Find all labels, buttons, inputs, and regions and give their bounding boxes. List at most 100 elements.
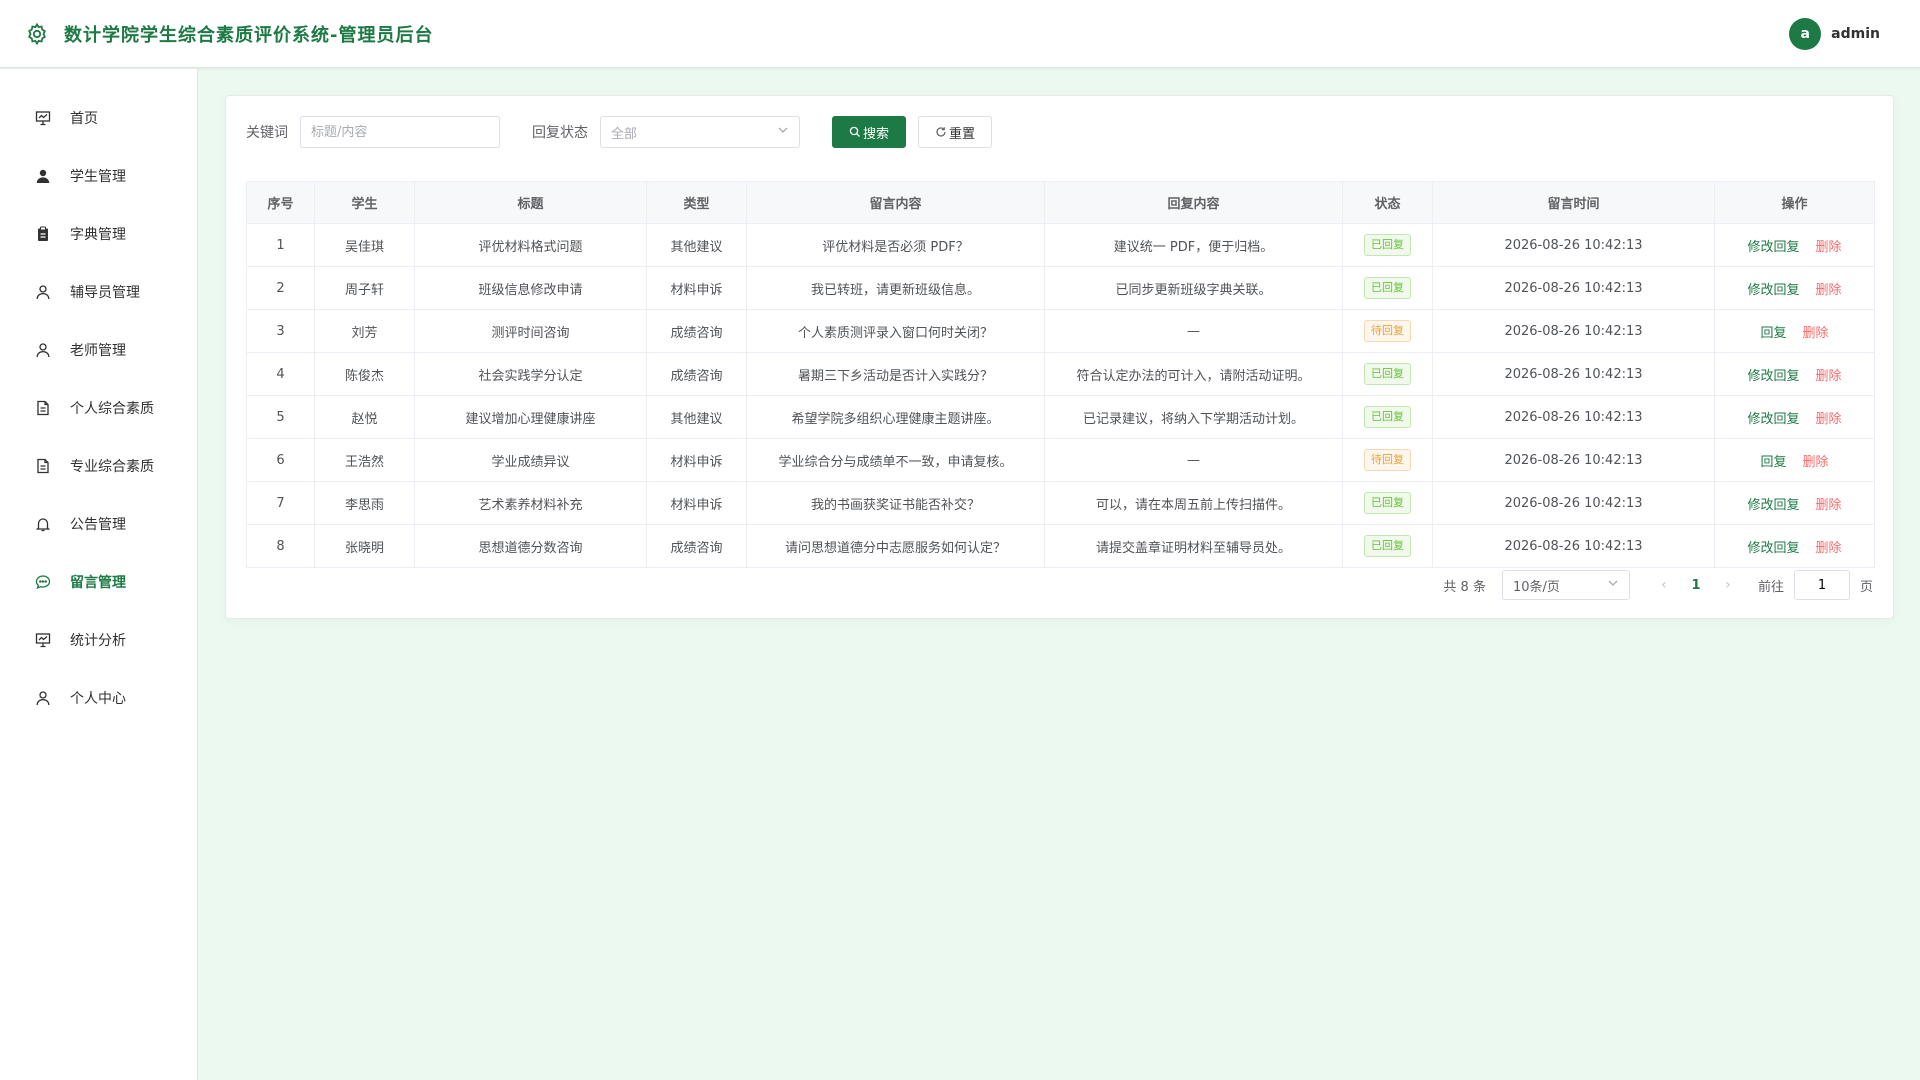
delete-link[interactable]: 删除 bbox=[1816, 240, 1842, 255]
sidebar-item-2[interactable]: 字典管理 bbox=[0, 205, 197, 263]
user-icon bbox=[34, 283, 52, 301]
sidebar-item-5[interactable]: 个人综合素质 bbox=[0, 379, 197, 437]
presentation-icon bbox=[34, 109, 52, 127]
reply-link[interactable]: 修改回复 bbox=[1747, 369, 1799, 384]
reply-link[interactable]: 修改回复 bbox=[1747, 240, 1799, 255]
sidebar-item-4[interactable]: 老师管理 bbox=[0, 321, 197, 379]
sidebar-item-10[interactable]: 个人中心 bbox=[0, 669, 197, 727]
cell-actions: 修改回复 删除 bbox=[1714, 223, 1875, 267]
table-row: 1 吴佳琪 评优材料格式问题 其他建议 评优材料是否必须 PDF？ 建议统一 PDF，便于… bbox=[246, 223, 1875, 267]
keyword-label: 关键词 bbox=[246, 125, 288, 141]
gear-icon bbox=[24, 21, 50, 47]
delete-link[interactable]: 删除 bbox=[1816, 283, 1842, 298]
sidebar-item-8[interactable]: 留言管理 bbox=[0, 553, 197, 611]
top-header: 数计学院学生综合素质评价系统-管理员后台 a admin bbox=[0, 0, 1920, 68]
sidebar-item-label: 个人综合素质 bbox=[70, 401, 154, 417]
next-page-button[interactable]: › bbox=[1716, 577, 1740, 593]
status-badge: 已回复 bbox=[1364, 535, 1411, 557]
delete-link[interactable]: 删除 bbox=[1816, 412, 1842, 427]
delete-link[interactable]: 删除 bbox=[1816, 541, 1842, 556]
page-size-value: 10条/页 bbox=[1512, 579, 1560, 595]
cell-student: 吴佳琪 bbox=[314, 223, 415, 267]
column-header: 操作 bbox=[1714, 181, 1875, 224]
page-size-select[interactable]: 10条/页 bbox=[1501, 570, 1630, 600]
avatar[interactable]: a bbox=[1789, 18, 1822, 50]
reply-link[interactable]: 修改回复 bbox=[1747, 283, 1799, 298]
reply-status-select[interactable]: 全部 bbox=[600, 116, 800, 148]
sidebar-item-1[interactable]: 学生管理 bbox=[0, 147, 197, 205]
status-badge: 已回复 bbox=[1364, 406, 1411, 428]
message-management-panel: 关键词 回复状态 全部 搜索 重置 序号学生标题类型留言内容回复 bbox=[225, 95, 1894, 619]
reply-link[interactable]: 回复 bbox=[1760, 326, 1786, 341]
app-title: 数计学院学生综合素质评价系统-管理员后台 bbox=[64, 24, 434, 46]
status-badge: 已回复 bbox=[1364, 234, 1411, 256]
cell-actions: 修改回复 删除 bbox=[1714, 395, 1875, 439]
reply-link[interactable]: 回复 bbox=[1760, 455, 1786, 470]
cell-status: 已回复 bbox=[1342, 524, 1433, 568]
search-button-label: 搜索 bbox=[862, 126, 889, 142]
pagination: 共 8 条 10条/页 ‹ 1 › 前往 页 bbox=[1443, 569, 1873, 601]
cell-status: 待回复 bbox=[1342, 438, 1433, 482]
cell-title: 建议增加心理健康讲座 bbox=[414, 395, 647, 439]
table-row: 2 周子轩 班级信息修改申请 材料申诉 我已转班，请更新班级信息。 已同步更新班级字典关联… bbox=[246, 266, 1875, 310]
sidebar-item-6[interactable]: 专业综合素质 bbox=[0, 437, 197, 495]
cell-reply: 可以，请在本周五前上传扫描件。 bbox=[1044, 481, 1343, 525]
cell-actions: 回复 删除 bbox=[1714, 438, 1875, 482]
goto-page-input[interactable] bbox=[1793, 570, 1850, 600]
cell-no: 6 bbox=[246, 438, 315, 482]
chat-icon bbox=[34, 573, 52, 591]
cell-time: 2026-08-26 10:42:13 bbox=[1432, 395, 1715, 439]
cell-content: 暑期三下乡活动是否计入实践分？ bbox=[746, 352, 1045, 396]
user-filled-icon bbox=[34, 167, 52, 185]
column-header: 状态 bbox=[1342, 181, 1433, 224]
sidebar: 首页学生管理字典管理辅导员管理老师管理个人综合素质专业综合素质 公告管理留言管理统… bbox=[0, 69, 198, 1080]
delete-link[interactable]: 删除 bbox=[1816, 498, 1842, 513]
sidebar-item-0[interactable]: 首页 bbox=[0, 89, 197, 147]
search-icon bbox=[849, 126, 861, 138]
search-button[interactable]: 搜索 bbox=[832, 116, 906, 148]
reply-link[interactable]: 修改回复 bbox=[1747, 412, 1799, 427]
filter-bar: 关键词 回复状态 全部 搜索 重置 bbox=[246, 115, 992, 149]
prev-page-button[interactable]: ‹ bbox=[1652, 577, 1676, 593]
cell-type: 成绩咨询 bbox=[646, 524, 747, 568]
sidebar-item-label: 学生管理 bbox=[70, 169, 126, 185]
reply-link[interactable]: 修改回复 bbox=[1747, 498, 1799, 513]
sidebar-item-label: 辅导员管理 bbox=[70, 285, 140, 301]
column-header: 标题 bbox=[414, 181, 647, 224]
table-row: 8 张晓明 思想道德分数咨询 成绩咨询 请问思想道德分中志愿服务如何认定？ 请提交盖章证明… bbox=[246, 524, 1875, 568]
page-number-current[interactable]: 1 bbox=[1676, 578, 1716, 593]
cell-title: 学业成绩异议 bbox=[414, 438, 647, 482]
cell-status: 待回复 bbox=[1342, 309, 1433, 353]
sidebar-item-3[interactable]: 辅导员管理 bbox=[0, 263, 197, 321]
column-header: 留言时间 bbox=[1432, 181, 1715, 224]
delete-link[interactable]: 删除 bbox=[1803, 326, 1829, 341]
table-row: 6 王浩然 学业成绩异议 材料申诉 学业综合分与成绩单不一致，申请复核。 — 待回复 2026… bbox=[246, 438, 1875, 482]
sidebar-item-label: 留言管理 bbox=[70, 575, 126, 591]
cell-content: 希望学院多组织心理健康主题讲座。 bbox=[746, 395, 1045, 439]
cell-actions: 回复 删除 bbox=[1714, 309, 1875, 353]
presentation-icon bbox=[34, 631, 52, 649]
cell-student: 周子轩 bbox=[314, 266, 415, 310]
table-row: 7 李思雨 艺术素养材料补充 材料申诉 我的书画获奖证书能否补交？ 可以，请在本周五前上传… bbox=[246, 481, 1875, 525]
sidebar-item-7[interactable]: 公告管理 bbox=[0, 495, 197, 553]
status-badge: 已回复 bbox=[1364, 363, 1411, 385]
keyword-search-input[interactable] bbox=[300, 116, 500, 148]
user-menu[interactable]: a admin bbox=[1789, 18, 1880, 50]
cell-no: 4 bbox=[246, 352, 315, 396]
user-icon bbox=[34, 341, 52, 359]
cell-no: 5 bbox=[246, 395, 315, 439]
reset-button[interactable]: 重置 bbox=[918, 116, 992, 148]
page-suffix: 页 bbox=[1859, 579, 1873, 595]
sidebar-item-9[interactable]: 统计分析 bbox=[0, 611, 197, 669]
cell-actions: 修改回复 删除 bbox=[1714, 352, 1875, 396]
delete-link[interactable]: 删除 bbox=[1803, 455, 1829, 470]
user-icon bbox=[34, 689, 52, 707]
username[interactable]: admin bbox=[1831, 26, 1880, 42]
cell-no: 3 bbox=[246, 309, 315, 353]
reply-link[interactable]: 修改回复 bbox=[1747, 541, 1799, 556]
delete-link[interactable]: 删除 bbox=[1816, 369, 1842, 384]
cell-time: 2026-08-26 10:42:13 bbox=[1432, 309, 1715, 353]
cell-content: 评优材料是否必须 PDF？ bbox=[746, 223, 1045, 267]
cell-time: 2026-08-26 10:42:13 bbox=[1432, 352, 1715, 396]
cell-type: 材料申诉 bbox=[646, 266, 747, 310]
